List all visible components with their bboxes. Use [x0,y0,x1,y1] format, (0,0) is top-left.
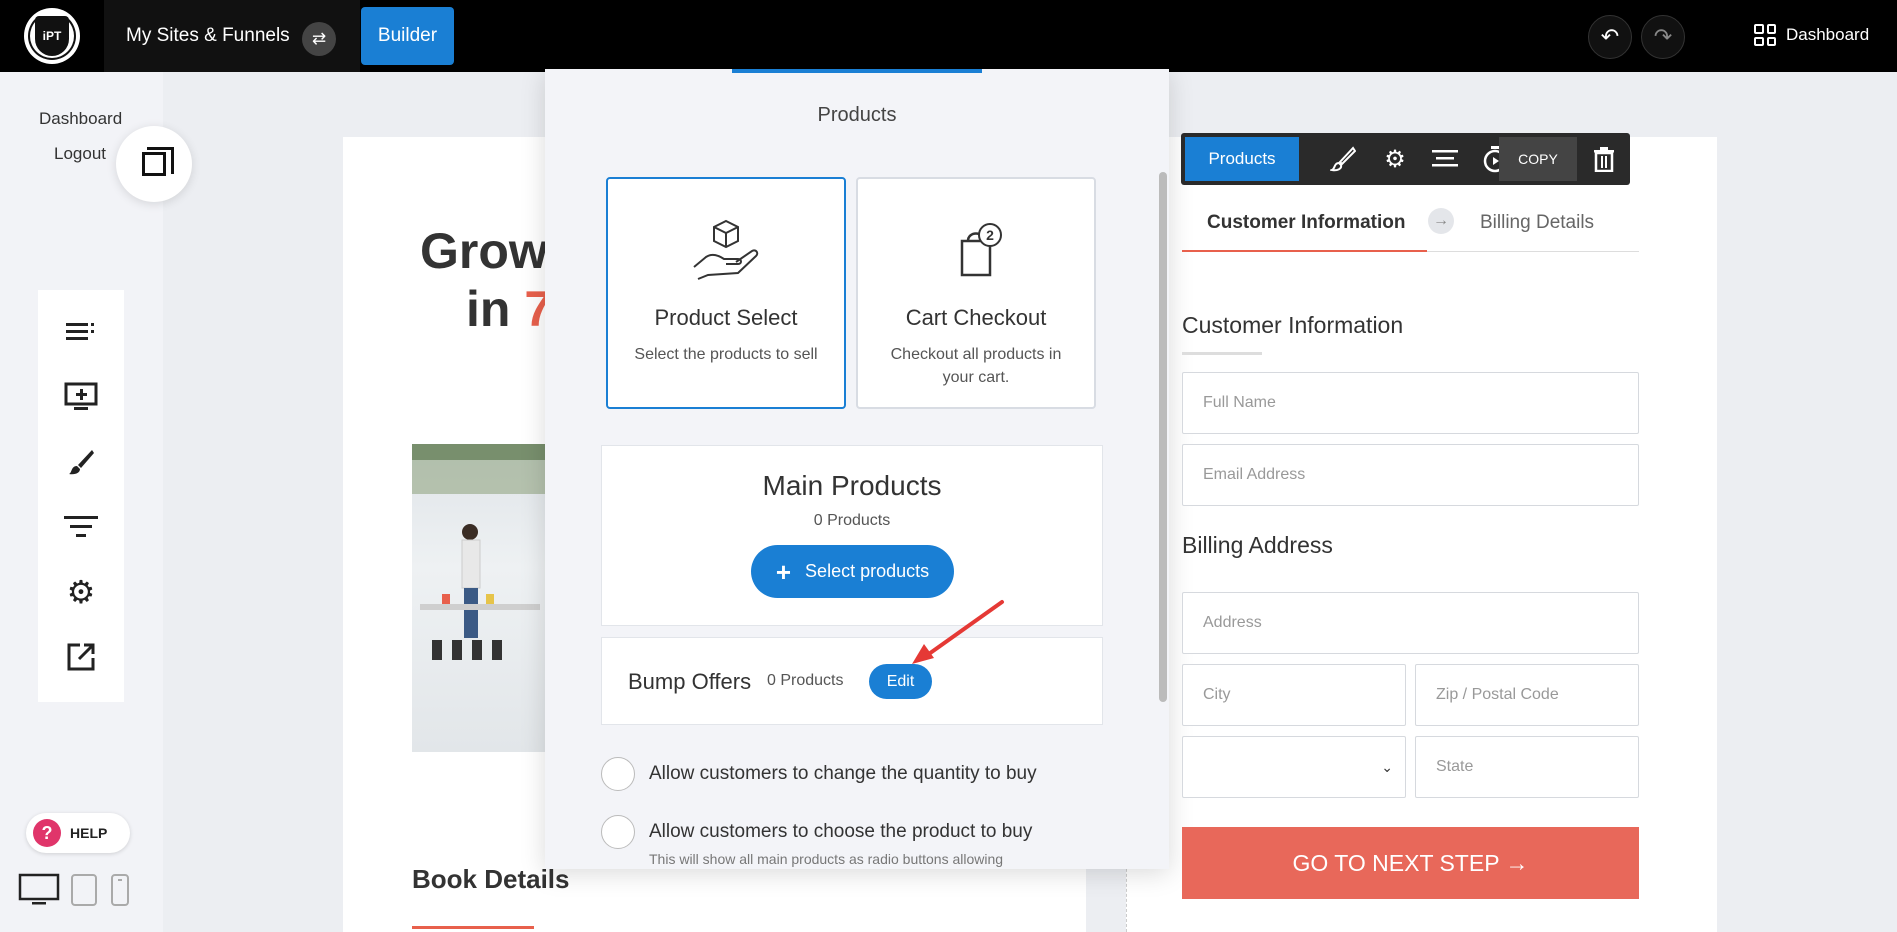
help-label: HELP [70,825,108,841]
cart-checkout-option[interactable]: 2 Cart Checkout Checkout all products in… [856,177,1096,409]
go-to-next-step-button[interactable]: GO TO NEXT STEP → [1182,827,1639,899]
cart-badge-count: 2 [986,227,994,243]
bump-offers-count: 0 Products [767,672,844,689]
quantity-radio[interactable] [601,757,635,791]
site-title[interactable]: My Sites & Funnels [108,0,308,72]
billing-address-heading: Billing Address [1182,532,1333,558]
builder-tool-panel: ⚙ [38,290,124,702]
address-input[interactable]: Address [1182,592,1639,654]
hero-line-2-prefix: in [466,281,525,337]
modal-active-tab-indicator [732,69,982,73]
desktop-view-icon[interactable] [18,873,60,912]
duplicate-page-button[interactable] [116,126,192,202]
element-toolbar: Products ⚙ COPY [1181,133,1630,185]
main-products-title: Main Products [762,470,942,501]
hand-box-icon [693,219,759,280]
dashboard-grid-icon [1754,24,1776,46]
cart-checkout-description: Checkout all products in your cart. [890,346,1062,386]
dashboard-button[interactable]: Dashboard [1754,24,1869,46]
add-section-icon[interactable] [63,379,99,415]
toolbar-copy-button[interactable]: COPY [1499,137,1577,181]
annotation-arrow [912,600,1004,664]
step-billing-details[interactable]: Billing Details [1480,212,1594,234]
option-choose-label: Allow customers to choose the product to… [649,821,1033,842]
book-details-underline [412,926,534,929]
step-customer-information[interactable]: Customer Information [1182,210,1427,252]
tablet-view-icon[interactable] [70,873,98,912]
select-products-button[interactable]: + Select products [751,545,954,598]
brush-icon[interactable] [63,444,99,480]
zip-input[interactable]: Zip / Postal Code [1415,664,1639,726]
toolbar-trash-icon[interactable] [1582,137,1626,181]
choose-product-radio[interactable] [601,815,635,849]
option-choose-product[interactable]: Allow customers to choose the product to… [601,815,1032,849]
undo-icon[interactable]: ↶ [1588,15,1632,59]
main-products-count: 0 Products [813,512,891,529]
email-input[interactable]: Email Address [1182,444,1639,506]
step-arrow-icon: → [1428,208,1454,234]
open-external-icon[interactable] [63,639,99,675]
toolbar-products-button[interactable]: Products [1185,137,1299,181]
customer-information-heading: Customer Information [1182,312,1404,338]
mobile-view-icon[interactable] [110,873,130,912]
toolbar-align-icon[interactable] [1423,137,1467,181]
top-bar: iPT My Sites & Funnels ⇄ Builder ↶ ↷ Das… [0,0,1897,72]
customer-heading-underline [1182,352,1262,355]
bump-offers-title: Bump Offers [628,669,752,694]
chevron-down-icon: ⌄ [1381,758,1393,775]
menu-lines-icon[interactable] [63,314,99,350]
plus-icon: + [775,556,792,587]
sidebar-dashboard-link[interactable]: Dashboard [39,109,122,129]
builder-button[interactable]: Builder [361,7,454,65]
products-modal: Products Product Select Select the produ… [545,69,1169,869]
full-name-input[interactable]: Full Name [1182,372,1639,434]
city-input[interactable]: City [1182,664,1406,726]
dashboard-label: Dashboard [1786,25,1870,44]
checkout-steps: Customer Information → Billing Details [1182,208,1639,252]
product-select-option[interactable]: Product Select Select the products to se… [606,177,846,409]
hero-line-2: in 7 [420,280,552,338]
product-select-title: Product Select [654,305,798,330]
bump-offers-edit-button[interactable]: Edit [869,664,932,699]
option-choose-sublabel: This will show all main products as radi… [649,851,1004,867]
logo-wreath [28,12,76,60]
modal-scrollbar[interactable] [1159,172,1167,702]
hero-line-1: Grow [420,223,548,279]
modal-title: Products [817,104,897,126]
sidebar-logout-link[interactable]: Logout [54,144,106,164]
duplicate-icon [142,147,174,176]
settings-gear-icon[interactable]: ⚙ [63,574,99,610]
select-products-label: Select products [805,561,930,581]
swap-icon[interactable]: ⇄ [302,22,336,56]
option-change-quantity[interactable]: Allow customers to change the quantity t… [601,757,1037,791]
cart-checkout-title: Cart Checkout [905,305,1047,330]
option-quantity-label: Allow customers to change the quantity t… [649,763,1037,784]
hero-headline[interactable]: Grow in 7 [420,222,552,338]
help-button[interactable]: ? HELP [26,813,130,853]
help-question-icon: ? [33,819,61,847]
redo-icon[interactable]: ↷ [1641,15,1685,59]
toolbar-brush-icon[interactable] [1321,137,1365,181]
country-select[interactable]: ⌄ [1182,736,1406,798]
product-select-description: Select the products to sell [634,346,818,363]
hero-image[interactable] [412,444,547,752]
cart-bag-icon: 2 [960,223,1002,277]
toolbar-gear-icon[interactable]: ⚙ [1373,137,1417,181]
ipt-logo[interactable]: iPT [24,8,80,64]
filter-icon[interactable] [63,509,99,545]
bump-offers-section: Bump Offers 0 Products Edit [601,637,1103,725]
state-input[interactable]: State [1415,736,1639,798]
main-products-section: Main Products 0 Products + Select produc… [601,445,1103,626]
